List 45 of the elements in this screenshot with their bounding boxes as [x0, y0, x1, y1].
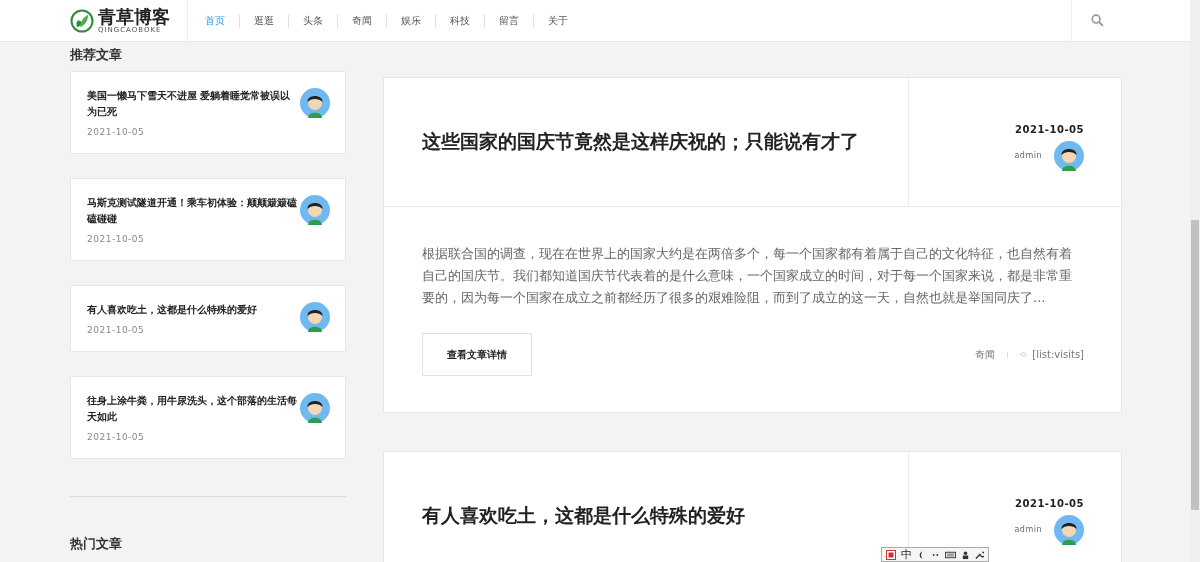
article-date: 2021-10-05 [87, 127, 146, 137]
eye-icon [1020, 352, 1028, 357]
ime-mode-toggle[interactable]: 中 [901, 548, 912, 561]
avatar-icon [1054, 140, 1084, 171]
search-icon [1090, 14, 1104, 27]
nav-link[interactable]: 头条 [294, 13, 332, 28]
nav-link[interactable]: 逛逛 [245, 13, 283, 28]
author-name: admin [1014, 525, 1042, 534]
article-card[interactable]: 美国一懒马下雪天不进屋 爱躺着睡觉常被误以为已死 2021-10-05 [70, 71, 346, 154]
article-card[interactable]: 马斯克测试隧道开通！乘车初体验：颠颠簸簸磕磕碰碰 2021-10-05 [70, 178, 346, 261]
avatar-icon [300, 88, 330, 118]
leaf-logo-icon [70, 8, 94, 33]
nav-link[interactable]: 关于 [539, 13, 577, 28]
site-title: 青草博客 [98, 7, 170, 27]
category-link[interactable]: 奇闻 [975, 347, 996, 362]
article-title[interactable]: 美国一懒马下雪天不进屋 爱躺着睡觉常被误以为已死 [87, 88, 299, 120]
author-name: admin [1014, 151, 1042, 160]
section-heading: 热门文章 [70, 537, 123, 551]
post-title[interactable]: 这些国家的国庆节竟然是这样庆祝的；只能说有才了 [384, 78, 909, 206]
article-title[interactable]: 有人喜欢吃土，这都是什么特殊的爱好 [87, 302, 299, 318]
avatar-icon [300, 393, 330, 423]
article-date: 2021-10-05 [87, 325, 146, 335]
article-title[interactable]: 马斯克测试隧道开通！乘车初体验：颠颠簸簸磕磕碰碰 [87, 195, 299, 227]
keyboard-icon[interactable] [945, 549, 956, 560]
nav-link[interactable]: 科技 [441, 13, 479, 28]
nav-link[interactable]: 奇闻 [343, 13, 381, 28]
avatar-icon [1054, 514, 1084, 545]
person-icon[interactable] [961, 549, 970, 560]
article-title[interactable]: 往身上涂牛粪，用牛尿洗头，这个部落的生活每天如此 [87, 393, 299, 425]
input-method-icon [886, 549, 896, 560]
nav-link[interactable]: 娱乐 [392, 13, 430, 28]
visit-count: [list:visits] [1032, 349, 1084, 360]
post-date: 2021-10-05 [1015, 497, 1084, 509]
article-date: 2021-10-05 [87, 432, 146, 442]
article-card[interactable]: 有人喜欢吃土，这都是什么特殊的爱好 2021-10-05 [70, 285, 346, 352]
avatar-icon [300, 302, 330, 332]
article-card[interactable]: 往身上涂牛粪，用牛尿洗头，这个部落的生活每天如此 2021-10-05 [70, 376, 346, 459]
article-date: 2021-10-05 [87, 234, 146, 244]
post-date: 2021-10-05 [1015, 123, 1084, 135]
avatar-icon [300, 195, 330, 225]
nav-link[interactable]: 留言 [490, 13, 528, 28]
post-excerpt: 根据联合国的调查，现在在世界上的国家大约是在两倍多个，每一个国家都有着属于自己的文化特征，也自然有着自己的国庆节。我们都知道国庆节代表着的是什么意味，一个国家成立的时间，对于每一个国家来说，都是非常重要的，因为每一个国家在成立之前都经历了很多的艰难险阻，而到了成立的这一天，自然也就是举国同庆了... [422, 245, 1073, 307]
read-more-button[interactable]: 查看文章详情 [422, 333, 532, 376]
section-heading: 推荐文章 [70, 48, 123, 62]
ime-toolbar[interactable]: 中 [881, 547, 989, 562]
